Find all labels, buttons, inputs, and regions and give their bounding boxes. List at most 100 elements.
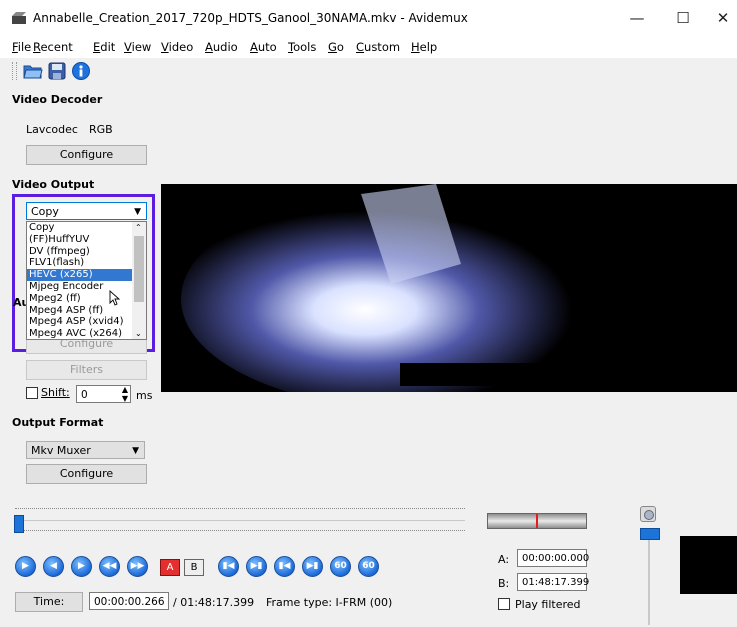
goto-marker-a-button[interactable]: ▮◀ — [218, 556, 239, 577]
marker-b-value: 01:48:17.399 — [517, 573, 589, 591]
save-icon[interactable] — [47, 62, 67, 80]
previous-frame-button[interactable]: ◀ — [43, 556, 64, 577]
rewind-icon: ◀◀ — [102, 561, 117, 571]
marker-a-icon: ▮◀ — [222, 561, 235, 571]
output-format-selected: Mkv Muxer — [31, 444, 91, 457]
menu-tools[interactable]: Tools — [288, 40, 316, 54]
menu-go[interactable]: Go — [328, 40, 344, 54]
minimize-button[interactable]: — — [614, 6, 660, 30]
next-frame-icon: ▶ — [78, 561, 85, 571]
option-dv-ffmpeg[interactable]: DV (ffmpeg) — [27, 246, 146, 258]
avidemux-logo-icon — [12, 12, 26, 24]
backward-60-button[interactable]: 60 — [330, 556, 351, 577]
video-output-selected: Copy — [31, 205, 59, 218]
next-keyframe-button[interactable]: ▶▶ — [127, 556, 148, 577]
slider-track[interactable] — [15, 520, 465, 525]
video-decoder-heading: Video Decoder — [12, 93, 103, 106]
audio-filters-button[interactable]: Filters — [26, 360, 147, 380]
scroll-down-icon[interactable]: ⌄ — [135, 329, 142, 338]
scroll-up-icon[interactable]: ⌃ — [135, 223, 142, 232]
play-filtered-checkbox[interactable] — [498, 598, 510, 610]
total-time-label: / 01:48:17.399 — [173, 596, 255, 609]
forward-60-icon: 60 — [362, 561, 375, 571]
option-mpeg4-asp-xvid4[interactable]: Mpeg4 ASP (xvid4) — [27, 316, 146, 328]
play-button[interactable]: ▶ — [15, 556, 36, 577]
shift-unit-label: ms — [136, 389, 153, 402]
chevron-down-icon: ▼ — [132, 446, 139, 456]
speaker-icon[interactable] — [640, 506, 656, 522]
backward-60-icon: 60 — [334, 561, 347, 571]
jog-shuttle[interactable] — [487, 513, 587, 529]
chevron-down-icon: ▼ — [134, 207, 141, 217]
menu-recent[interactable]: Recent — [33, 40, 73, 54]
spinner-arrows-icon[interactable]: ▲ ▼ — [122, 385, 128, 403]
marker-a-label: A: — [498, 553, 510, 566]
frame-type-label: Frame type: I-FRM (00) — [266, 596, 393, 609]
menu-file[interactable]: File — [12, 40, 31, 54]
slider-ticks-bottom — [15, 530, 465, 535]
video-frame-image — [161, 184, 737, 392]
volume-slider-track[interactable] — [648, 540, 650, 625]
option-flv1[interactable]: FLV1(flash) — [27, 257, 146, 269]
shift-checkbox[interactable] — [26, 387, 38, 399]
option-ff-huffyuv[interactable]: (FF)HuffYUV — [27, 234, 146, 246]
menu-view[interactable]: View — [124, 40, 151, 54]
window-title: Annabelle_Creation_2017_720p_HDTS_Ganool… — [33, 11, 468, 25]
play-filtered-label: Play filtered — [515, 598, 581, 611]
output-format-configure-button[interactable]: Configure — [26, 464, 147, 484]
marker-a-value: 00:00:00.000 — [517, 549, 589, 567]
info-icon[interactable] — [71, 62, 91, 80]
marker-b-label: B: — [498, 577, 510, 590]
menu-edit[interactable]: Edit — [93, 40, 115, 54]
decoder-format-label: RGB — [89, 123, 113, 136]
time-button[interactable]: Time: — [15, 592, 83, 612]
open-folder-icon[interactable] — [23, 62, 43, 80]
time-slider-handle[interactable] — [14, 515, 24, 533]
menu-audio[interactable]: Audio — [205, 40, 238, 54]
next-frame-button[interactable]: ▶ — [71, 556, 92, 577]
secondary-preview — [680, 536, 737, 594]
play-icon: ▶ — [22, 561, 29, 571]
first-frame-button[interactable]: ▮◀ — [274, 556, 295, 577]
toolbar — [0, 58, 737, 84]
output-format-combo[interactable]: Mkv Muxer ▼ — [26, 441, 145, 459]
current-time-input[interactable]: 00:00:00.266 — [89, 592, 169, 610]
video-output-combo[interactable]: Copy ▼ — [26, 202, 147, 220]
volume-slider-handle[interactable] — [640, 528, 660, 540]
slider-ticks-top — [15, 508, 465, 513]
video-preview — [161, 184, 737, 392]
menu-help[interactable]: Help — [411, 40, 437, 54]
menu-auto[interactable]: Auto — [250, 40, 277, 54]
forward-60-button[interactable]: 60 — [358, 556, 379, 577]
dropdown-scroll-thumb[interactable] — [134, 236, 144, 302]
output-format-heading: Output Format — [12, 416, 104, 429]
fast-forward-icon: ▶▶ — [130, 561, 145, 571]
last-frame-button[interactable]: ▶▮ — [302, 556, 323, 577]
close-button[interactable]: ✕ — [700, 6, 737, 30]
shift-label: Shift: — [41, 386, 70, 399]
last-frame-icon: ▶▮ — [306, 561, 319, 571]
menu-video[interactable]: Video — [161, 40, 193, 54]
toolbar-grip[interactable] — [12, 62, 17, 80]
previous-keyframe-button[interactable]: ◀◀ — [99, 556, 120, 577]
menu-custom[interactable]: Custom — [356, 40, 400, 54]
option-mpeg2[interactable]: Mpeg2 (ff) — [27, 293, 146, 305]
shift-value-input[interactable]: 0 ▲ ▼ — [76, 385, 131, 403]
option-copy[interactable]: Copy — [27, 222, 146, 234]
title-bar: Annabelle_Creation_2017_720p_HDTS_Ganool… — [0, 0, 737, 36]
option-mpeg4-asp-ff[interactable]: Mpeg4 ASP (ff) — [27, 305, 146, 317]
mouse-cursor-icon — [109, 290, 121, 306]
option-mjpeg[interactable]: Mjpeg Encoder — [27, 281, 146, 293]
set-marker-b-button[interactable]: B — [184, 559, 204, 576]
first-frame-icon: ▮◀ — [278, 561, 291, 571]
jog-indicator — [536, 514, 538, 528]
option-hevc-x265[interactable]: HEVC (x265) — [27, 269, 146, 281]
decoder-codec-label: Lavcodec — [26, 123, 78, 136]
prev-frame-icon: ◀ — [50, 561, 57, 571]
menu-bar: File Recent Edit View Video Audio Auto T… — [0, 36, 737, 58]
set-marker-a-button[interactable]: A — [160, 559, 180, 576]
option-mpeg4-avc-x264[interactable]: Mpeg4 AVC (x264) — [27, 328, 146, 339]
decoder-configure-button[interactable]: Configure — [26, 145, 147, 165]
goto-marker-b-button[interactable]: ▶▮ — [246, 556, 267, 577]
marker-b-icon: ▶▮ — [250, 561, 263, 571]
